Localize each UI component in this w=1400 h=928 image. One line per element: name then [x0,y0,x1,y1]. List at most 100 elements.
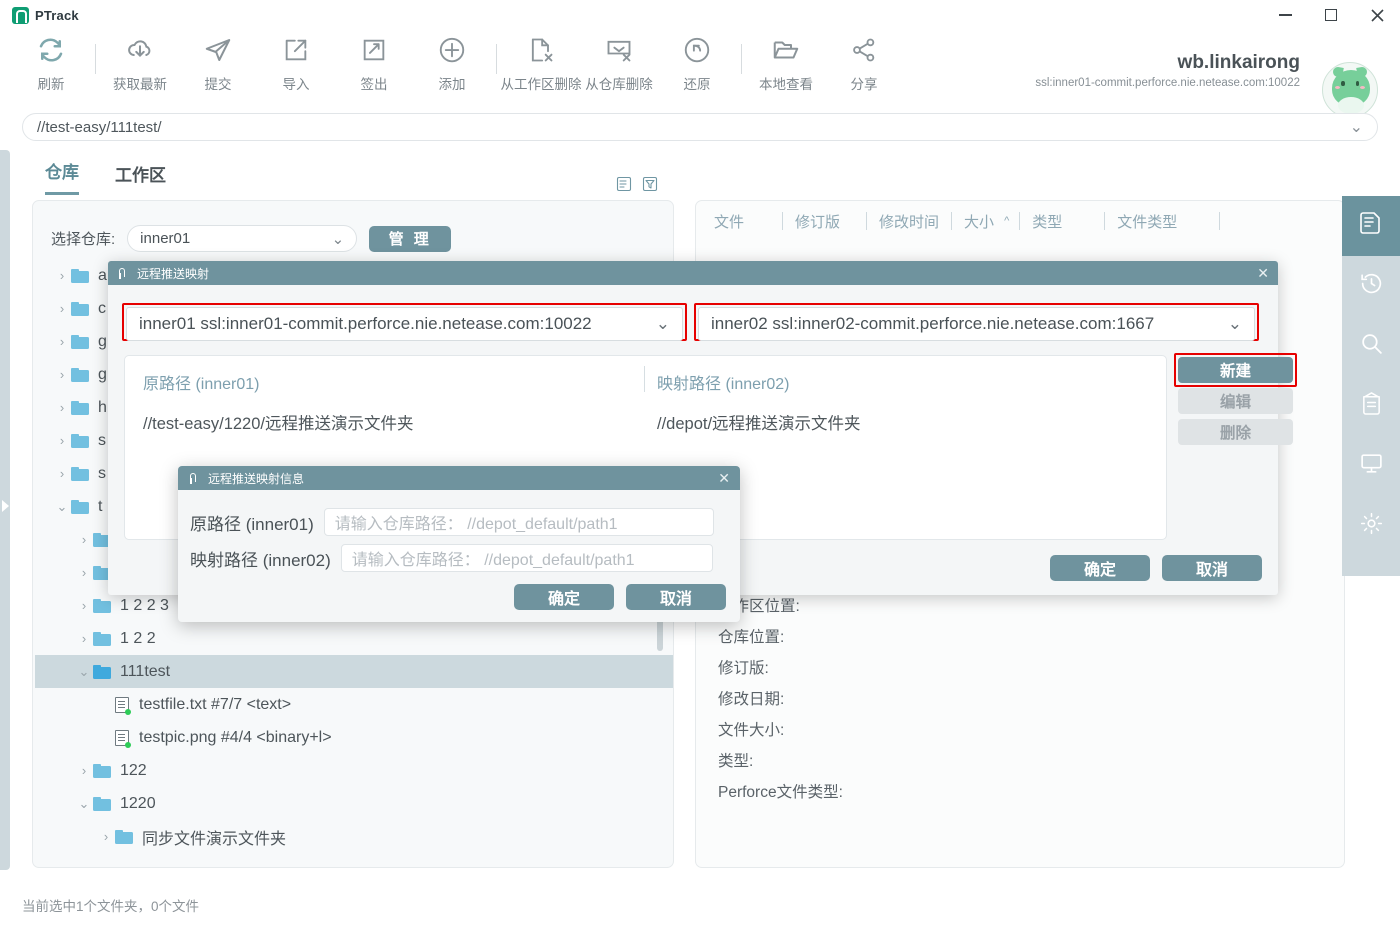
target-repo-dropdown[interactable]: inner02 ssl:inner02-commit.perforce.nie.… [698,307,1255,341]
folder-icon [93,664,111,679]
tree-folder-item[interactable]: ⌄ 1220 [35,787,673,820]
repo-select[interactable]: inner01 ⌄ [127,225,358,252]
right-toolbar-rail [1342,196,1400,576]
column-divider [951,212,953,230]
mapping-row-target[interactable]: //depot/远程推送演示文件夹 [657,410,861,434]
chevron-down-icon[interactable]: ⌄ [53,499,71,515]
sort-icon[interactable] [616,176,632,192]
dialog-ok-button[interactable]: 确定 [514,584,614,610]
chevron-right-icon[interactable]: › [75,763,93,778]
toolbar-button-add[interactable]: 添加 [413,24,491,93]
toolbar-button-checkout[interactable]: 签出 [335,24,413,93]
chevron-right-icon[interactable]: › [75,532,93,547]
target-path-input[interactable]: 请输入仓库路径： //depot_default/path1 [340,544,713,572]
chevron-right-icon[interactable]: › [53,466,71,481]
path-bar[interactable]: //test-easy/111test/ ⌄ [22,113,1378,141]
column-modified-time[interactable]: 修改时间 [879,211,964,231]
toolbar-button-get-latest[interactable]: 获取最新 [101,24,179,93]
tree-folder-item[interactable]: › 同步文件演示文件夹 [35,820,673,853]
tree-file-item[interactable]: testpic.png #4/4 <binary+l> [35,721,673,754]
chevron-right-icon[interactable]: › [53,367,71,382]
plus-circle-icon [437,33,467,67]
chevron-right-icon[interactable]: › [97,829,115,844]
toolbar-button-share[interactable]: 分享 [825,24,903,93]
chevron-down-icon[interactable]: ⌄ [75,664,93,680]
repo-selector-row: 选择仓库: inner01 ⌄ 管 理 [51,225,452,252]
column-divider [866,212,868,230]
dialog-title: 远程推送映射信息 [208,471,305,486]
dialog-cancel-button[interactable]: 取消 [1162,555,1262,581]
detail-field-label: 修改日期: [718,691,785,708]
rail-button-history[interactable] [1342,256,1400,316]
toolbar-button-remove-depot[interactable]: 从仓库删除 [580,24,658,93]
cloud-download-icon [125,33,155,67]
toolbar-button-refresh[interactable]: 刷新 [12,24,90,93]
repo-label: 选择仓库: [51,231,116,248]
dialog-ok-button[interactable]: 确定 [1050,555,1150,581]
toolbar-button-submit[interactable]: 提交 [179,24,257,93]
manage-button[interactable]: 管 理 [369,225,452,252]
rail-button-settings[interactable] [1342,496,1400,556]
toolbar-button-revert[interactable]: 还原 [658,24,736,93]
source-repo-dropdown[interactable]: inner01 ssl:inner01-commit.perforce.nie.… [126,307,683,341]
chevron-down-icon[interactable]: ⌄ [1350,117,1363,137]
column-file[interactable]: 文件 [714,211,795,231]
filter-icon[interactable] [642,176,658,192]
tree-item-label: 1 2 2 [120,629,156,647]
rail-button-monitor[interactable] [1342,436,1400,496]
rail-button-search[interactable] [1342,316,1400,376]
mapping-row-source[interactable]: //test-easy/1220/远程推送演示文件夹 [143,410,414,434]
tree-item-label: testpic.png #4/4 <binary+l> [139,728,332,746]
column-revision[interactable]: 修订版 [795,211,879,231]
close-icon [1370,8,1384,22]
dialog-cancel-button[interactable]: 取消 [626,584,726,610]
chevron-right-icon [2,500,9,512]
chevron-right-icon[interactable]: › [75,598,93,613]
user-info[interactable]: wb.linkairong ssl:inner01-commit.perforc… [1035,52,1300,89]
new-mapping-button[interactable]: 新建 [1178,357,1293,383]
chevron-right-icon[interactable]: › [53,301,71,316]
revert-icon [682,33,712,67]
delete-mapping-button[interactable]: 删除 [1178,419,1293,445]
chevron-right-icon[interactable]: › [75,565,93,580]
rail-button-document[interactable] [1342,196,1400,256]
source-path-input[interactable]: 请输入仓库路径： //depot_default/path1 [323,508,714,536]
tab-workspace[interactable]: 工作区 [115,161,166,195]
avatar[interactable] [1322,62,1378,118]
column-label: 文件类型 [1117,213,1178,231]
tab-depot[interactable]: 仓库 [45,158,79,195]
chevron-right-icon[interactable]: › [53,268,71,283]
main-toolbar: 刷新 获取最新 提交 导入 签出 添加 从工作区删除 从仓库删除 还原 本地查看… [0,24,1400,118]
column-file-type[interactable]: 文件类型 [1117,211,1232,231]
rail-button-archive[interactable] [1342,376,1400,436]
toolbar-label: 签出 [360,77,388,92]
tree-folder-item[interactable]: › 122 [35,754,673,787]
chevron-right-icon[interactable]: › [53,400,71,415]
toolbar-label: 添加 [438,77,466,92]
tree-folder-item[interactable]: ⌄ 111test [35,655,673,688]
chevron-down-icon[interactable]: ⌄ [75,796,93,812]
dialog-close-icon[interactable]: ✕ [718,471,730,485]
chevron-right-icon[interactable]: › [75,631,93,646]
left-collapse-rail[interactable] [0,150,10,870]
tree-file-item[interactable]: testfile.txt #7/7 <text> [35,688,673,721]
chevron-right-icon[interactable]: › [53,433,71,448]
status-text: 当前选中1个文件夹，0个文件 [22,899,200,914]
column-type[interactable]: 类型 [1032,211,1117,231]
tree-item-label: 同步文件演示文件夹 [142,830,287,848]
source-path-row: 原路径 (inner01) 请输入仓库路径： //depot_default/p… [190,508,714,536]
file-detail-list: 工作区位置: 仓库位置: 修订版: 修改日期: 文件大小: 类型: Perforce文件类型… [718,591,843,808]
toolbar-button-remove-workspace[interactable]: 从工作区删除 [501,24,582,93]
folder-icon [71,499,89,514]
toolbar-button-import[interactable]: 导入 [257,24,335,93]
tree-folder-item[interactable]: › 1 2 2 [35,622,673,655]
target-path-placeholder: 请输入仓库路径： //depot_default/path1 [351,552,635,569]
toolbar-separator [95,44,96,74]
column-size[interactable]: 大小 ^ [964,211,1032,231]
toolbar-label: 分享 [850,77,878,92]
toolbar-button-local-view[interactable]: 本地查看 [747,24,825,93]
chevron-right-icon[interactable]: › [53,334,71,349]
dialog-close-icon[interactable]: ✕ [1257,266,1269,280]
ptrack-logo-icon [188,472,201,485]
edit-mapping-button[interactable]: 编辑 [1178,388,1293,414]
